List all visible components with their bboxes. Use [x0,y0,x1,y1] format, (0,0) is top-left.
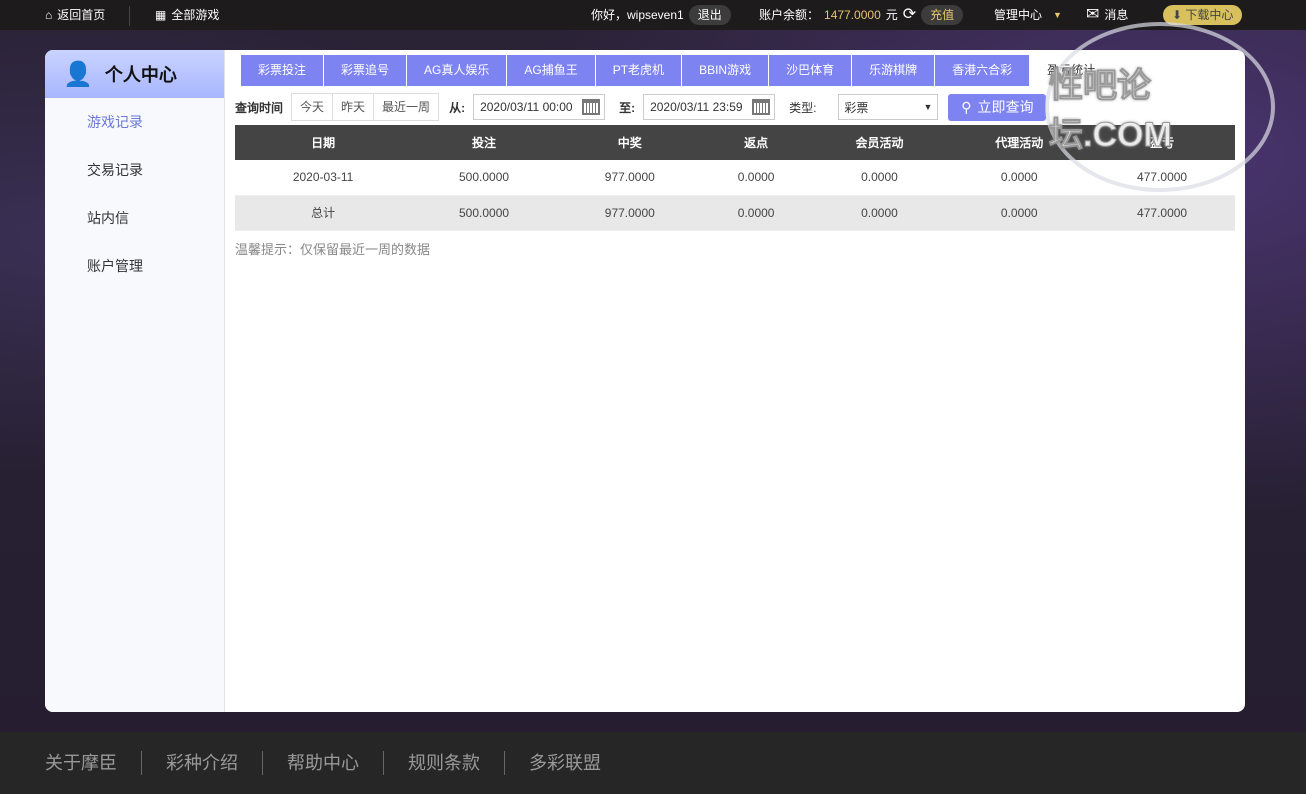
cell: 0.0000 [702,195,810,231]
grid-icon: ▦ [155,8,167,22]
calendar-icon[interactable] [582,99,601,115]
mail-icon: ✉ [1086,6,1100,23]
cell: 0.0000 [949,160,1090,196]
recharge-button[interactable]: 充值 [921,5,964,25]
cell: 0.0000 [809,160,950,196]
last-week-button[interactable]: 最近一周 [374,94,438,120]
from-label: 从: [449,100,466,115]
type-label: 类型: [789,100,817,115]
to-date-value: 2020/03/11 23:59 [650,100,743,114]
calendar-icon[interactable] [752,99,771,115]
manage-label: 管理中心 [994,8,1043,22]
type-select[interactable]: 彩票 ▼ [838,94,939,120]
download-label: 下载中心 [1185,8,1234,22]
cell: 500.0000 [411,195,557,231]
sidebar-item-account[interactable]: 账户管理 [45,242,224,290]
footer-link-lottery-intro[interactable]: 彩种介绍 [142,751,263,775]
tab-leyou-chess[interactable]: 乐游棋牌 [852,55,936,86]
tab-ag-fish[interactable]: AG捕鱼王 [507,55,596,86]
all-games-label: 全部游戏 [171,8,220,22]
refresh-icon[interactable]: ⟳ [903,0,916,30]
query-bar: 查询时间 今天 昨天 最近一周 从: 2020/03/11 00:00 至: 202… [235,92,1235,122]
download-button[interactable]: ⬇ 下载中心 [1163,5,1243,25]
footer: 关于摩臣 彩种介绍 帮助中心 规则条款 多彩联盟 [0,732,1306,794]
sidebar: 👤 个人中心 游戏记录 交易记录 站内信 账户管理 [45,50,225,712]
to-label: 至: [619,100,636,115]
tab-hk-lottery[interactable]: 香港六合彩 [935,55,1031,86]
col-rebate: 返点 [702,125,810,160]
download-icon: ⬇ [1172,8,1186,22]
from-date-value: 2020/03/11 00:00 [480,100,573,114]
cell: 477.0000 [1089,195,1235,231]
footer-link-help[interactable]: 帮助中心 [263,751,384,775]
from-date-input[interactable]: 2020/03/11 00:00 [473,94,606,120]
col-bet: 投注 [411,125,557,160]
messages-link[interactable]: ✉ 消息 [1086,0,1128,30]
to-date-input[interactable]: 2020/03/11 23:59 [643,94,776,120]
home-icon: ⌂ [45,8,53,22]
cell: 总计 [235,195,412,231]
footer-link-alliance[interactable]: 多彩联盟 [505,751,625,775]
all-games-link[interactable]: ▦ 全部游戏 [155,0,219,30]
messages-label: 消息 [1104,8,1129,22]
cell: 0.0000 [949,195,1090,231]
home-link[interactable]: ⌂ 返回首页 [45,0,105,30]
sidebar-item-game-records[interactable]: 游戏记录 [45,98,224,146]
manage-menu[interactable]: 管理中心 ▼ [994,0,1062,30]
footer-link-about[interactable]: 关于摩臣 [45,751,142,775]
cell: 2020-03-11 [235,160,412,196]
col-win: 中奖 [556,125,703,160]
game-tabs: 彩票投注 彩票追号 AG真人娱乐 AG捕鱼王 PT老虎机 BBIN游戏 沙巴体育… [241,55,1114,86]
divider [129,6,130,26]
query-label: 查询时间 [235,100,284,115]
tab-lottery-chase[interactable]: 彩票追号 [324,55,408,86]
table-row: 2020-03-11 500.0000 977.0000 0.0000 0.0000 0.… [235,160,1235,196]
main-panel: 👤 个人中心 游戏记录 交易记录 站内信 账户管理 彩票投注 彩票追号 AG真人娱… [45,50,1245,712]
tab-pt-slots[interactable]: PT老虎机 [595,55,683,86]
total-row: 总计 500.0000 977.0000 0.0000 0.0000 0.0000 477.… [235,195,1235,231]
type-value: 彩票 [844,100,869,115]
tab-bbin[interactable]: BBIN游戏 [682,55,770,86]
tab-lottery-bet[interactable]: 彩票投注 [241,55,325,86]
cell: 977.0000 [556,195,703,231]
tab-ag-live[interactable]: AG真人娱乐 [407,55,508,86]
caret-down-icon: ▼ [1053,10,1062,20]
home-label: 返回首页 [57,8,106,22]
top-bar: ⌂ 返回首页 ▦ 全部游戏 你好，wipseven1 退出 账户余额： 1477.000… [0,0,1306,30]
sidebar-item-transactions[interactable]: 交易记录 [45,146,224,194]
footer-link-terms[interactable]: 规则条款 [384,751,505,775]
tab-profit-stats[interactable]: 盈亏统计 [1030,55,1114,86]
col-agent-activity: 代理活动 [949,125,1090,160]
search-icon: ⚲ [961,98,972,115]
today-button[interactable]: 今天 [292,94,334,120]
cell: 477.0000 [1089,160,1235,196]
col-member-activity: 会员活动 [809,125,950,160]
yesterday-button[interactable]: 昨天 [333,94,375,120]
balance-label: 账户余额： [759,8,820,22]
cell: 977.0000 [556,160,703,196]
logout-button[interactable]: 退出 [688,5,731,25]
records-table: 日期 投注 中奖 返点 会员活动 代理活动 盈亏 2020-03-11 500.0000 977… [235,125,1235,231]
sidebar-title: 个人中心 [104,65,177,85]
greeting: 你好，wipseven1 [591,8,684,22]
dropdown-arrow-icon: ▼ [923,102,933,112]
col-profit: 盈亏 [1089,125,1235,160]
table-header: 日期 投注 中奖 返点 会员活动 代理活动 盈亏 [235,125,1235,160]
sidebar-item-inbox[interactable]: 站内信 [45,194,224,242]
search-button[interactable]: ⚲ 立即查询 [948,93,1047,121]
cell: 0.0000 [702,160,810,196]
user-icon: 👤 [63,60,93,88]
cell: 0.0000 [809,195,950,231]
col-date: 日期 [235,125,412,160]
balance-value: 1477.0000 [824,8,881,22]
tip-text: 温馨提示：仅保留最近一周的数据 [235,242,431,257]
search-label: 立即查询 [977,99,1034,115]
tab-saba-sports[interactable]: 沙巴体育 [769,55,853,86]
currency: 元 [885,8,898,22]
cell: 500.0000 [411,160,557,196]
